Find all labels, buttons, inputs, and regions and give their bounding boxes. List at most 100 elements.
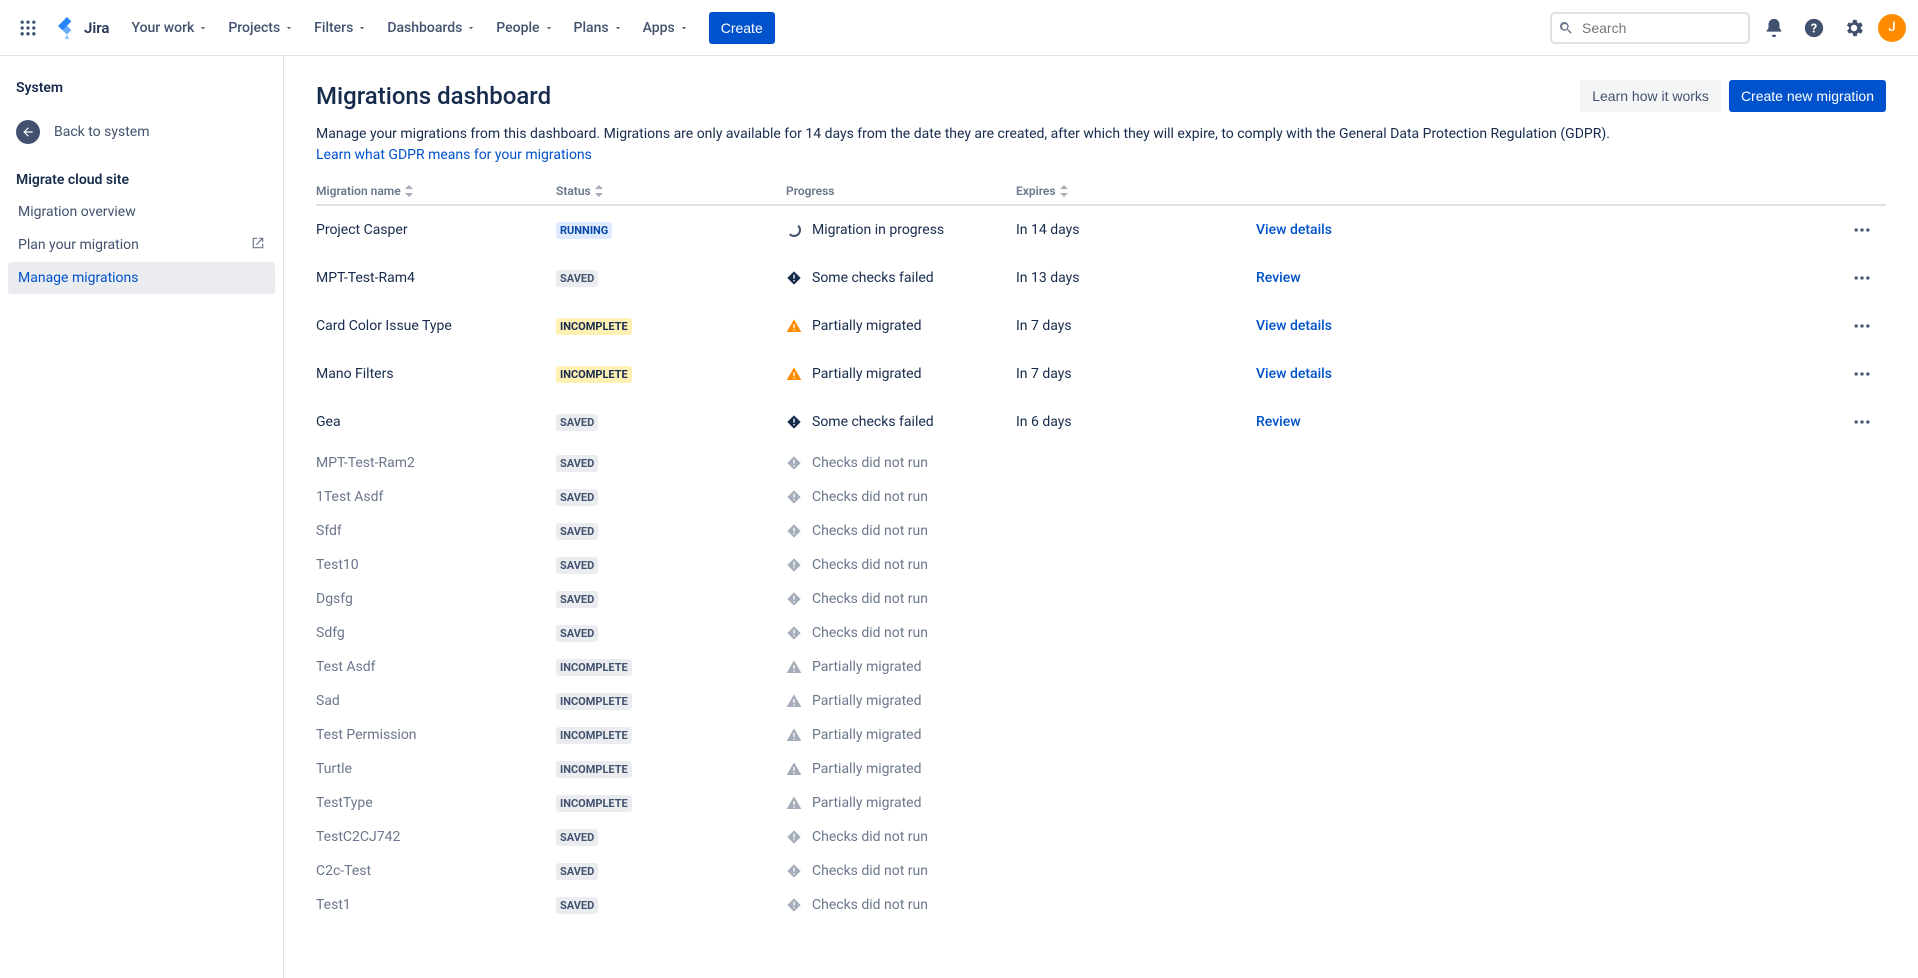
cell-action <box>1256 833 1846 841</box>
nav-item-people[interactable]: People <box>486 12 563 44</box>
cell-action <box>1256 901 1846 909</box>
cell-progress: Checks did not run <box>786 519 1016 543</box>
cell-name: Sfdf <box>316 519 556 543</box>
cell-progress: Some checks failed <box>786 410 1016 434</box>
col-expires[interactable]: Expires <box>1016 178 1256 204</box>
cell-expires: In 7 days <box>1016 314 1256 338</box>
settings-icon[interactable] <box>1838 12 1870 44</box>
status-badge: INCOMPLETE <box>556 693 632 710</box>
sidebar-item-manage-migrations[interactable]: Manage migrations <box>8 262 275 294</box>
status-badge: INCOMPLETE <box>556 761 632 778</box>
cell-expires <box>1016 561 1256 569</box>
view-details-link[interactable]: View details <box>1256 318 1332 334</box>
nav-item-projects[interactable]: Projects <box>218 12 304 44</box>
table-row: SfdfSAVED Checks did not run <box>316 514 1886 548</box>
status-badge: SAVED <box>556 523 598 540</box>
status-badge: SAVED <box>556 489 598 506</box>
gdpr-link[interactable]: Learn what GDPR means for your migration… <box>316 147 592 163</box>
review-link[interactable]: Review <box>1256 414 1301 430</box>
view-details-link[interactable]: View details <box>1256 222 1332 238</box>
notifications-icon[interactable] <box>1758 12 1790 44</box>
table-row: Test10SAVEDChecks did not run <box>316 548 1886 582</box>
learn-how-button[interactable]: Learn how it works <box>1580 80 1721 112</box>
sidebar-group-title: Migrate cloud site <box>8 164 275 196</box>
row-more-button[interactable] <box>1846 262 1878 294</box>
cell-action <box>1256 765 1846 773</box>
help-icon[interactable]: ? <box>1798 12 1830 44</box>
search-input[interactable] <box>1550 12 1750 44</box>
cell-progress: Partially migrated <box>786 689 1016 713</box>
create-button[interactable]: Create <box>709 12 775 44</box>
nav-item-label: Dashboards <box>387 20 462 36</box>
col-status[interactable]: Status <box>556 178 786 204</box>
cell-name: C2c-Test <box>316 859 556 883</box>
status-badge: INCOMPLETE <box>556 659 632 676</box>
table-row: Project CasperRUNNINGMigration in progre… <box>316 206 1886 254</box>
cell-name: Gea <box>316 410 556 434</box>
jira-logo[interactable]: Jira <box>48 17 117 39</box>
col-migration-name[interactable]: Migration name <box>316 178 556 204</box>
nav-item-filters[interactable]: Filters <box>304 12 377 44</box>
cell-progress: Partially migrated <box>786 791 1016 815</box>
cell-action <box>1256 799 1846 807</box>
warning-icon <box>786 366 802 382</box>
cell-progress: Checks did not run <box>786 587 1016 611</box>
cell-progress: Checks did not run <box>786 451 1016 475</box>
cell-status: INCOMPLETE <box>556 655 786 680</box>
col-progress: Progress <box>786 178 1016 204</box>
sidebar: System Back to system Migrate cloud site… <box>0 56 284 978</box>
cell-action <box>1256 527 1846 535</box>
cell-more <box>1846 663 1886 671</box>
create-migration-button[interactable]: Create new migration <box>1729 80 1886 112</box>
info-icon <box>786 523 802 539</box>
progress-text: Checks did not run <box>812 829 928 845</box>
info-icon <box>786 863 802 879</box>
table-row: DgsfgSAVED Checks did not run <box>316 582 1886 616</box>
app-switcher-icon[interactable] <box>12 12 44 44</box>
cell-action <box>1256 697 1846 705</box>
cell-more <box>1846 867 1886 875</box>
user-avatar[interactable]: J <box>1878 14 1906 42</box>
cell-expires <box>1016 765 1256 773</box>
table-row: SdfgSAVEDChecks did not run <box>316 616 1886 650</box>
review-link[interactable]: Review <box>1256 270 1301 286</box>
view-details-link[interactable]: View details <box>1256 366 1332 382</box>
cell-expires <box>1016 629 1256 637</box>
nav-item-plans[interactable]: Plans <box>564 12 633 44</box>
progress-text: Migration in progress <box>812 222 944 238</box>
table-row: TestTypeINCOMPLETEPartially migrated <box>316 786 1886 820</box>
cell-name: Dgsfg <box>316 587 556 611</box>
search-box <box>1550 12 1750 44</box>
table-row: Test AsdfINCOMPLETEPartially migrated <box>316 650 1886 684</box>
nav-item-dashboards[interactable]: Dashboards <box>377 12 486 44</box>
row-more-button[interactable] <box>1846 214 1878 246</box>
back-to-system-link[interactable]: Back to system <box>8 112 275 152</box>
cell-more <box>1846 210 1886 250</box>
cell-progress: Partially migrated <box>786 655 1016 679</box>
nav-item-your-work[interactable]: Your work <box>121 12 218 44</box>
status-badge: SAVED <box>556 591 598 608</box>
cell-name: Sad <box>316 689 556 713</box>
table-row: TestC2CJ742SAVEDChecks did not run <box>316 820 1886 854</box>
sidebar-item-plan-your-migration[interactable]: Plan your migration <box>8 228 275 262</box>
cell-action: View details <box>1256 218 1846 242</box>
cell-expires <box>1016 493 1256 501</box>
cell-more <box>1846 765 1886 773</box>
row-more-button[interactable] <box>1846 358 1878 390</box>
table-row: SadINCOMPLETE Partially migrated <box>316 684 1886 718</box>
back-arrow-icon <box>16 120 40 144</box>
cell-status: INCOMPLETE <box>556 757 786 782</box>
cell-name: Project Casper <box>316 218 556 242</box>
nav-item-apps[interactable]: Apps <box>633 12 699 44</box>
row-more-button[interactable] <box>1846 406 1878 438</box>
sidebar-item-migration-overview[interactable]: Migration overview <box>8 196 275 228</box>
row-more-button[interactable] <box>1846 310 1878 342</box>
cell-name: MPT-Test-Ram2 <box>316 451 556 475</box>
cell-action <box>1256 663 1846 671</box>
cell-more <box>1846 258 1886 298</box>
cell-action <box>1256 561 1846 569</box>
cell-progress: Checks did not run <box>786 893 1016 917</box>
info-icon <box>786 829 802 845</box>
cell-more <box>1846 901 1886 909</box>
cell-progress: Checks did not run <box>786 621 1016 645</box>
